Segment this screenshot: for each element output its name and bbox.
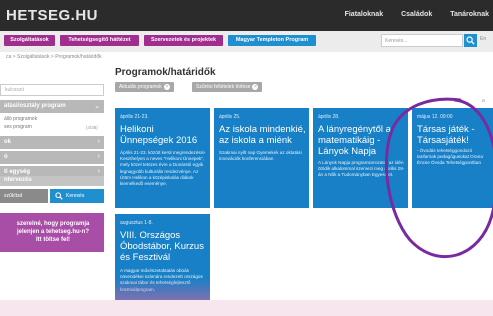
annotation-circle	[385, 97, 493, 258]
